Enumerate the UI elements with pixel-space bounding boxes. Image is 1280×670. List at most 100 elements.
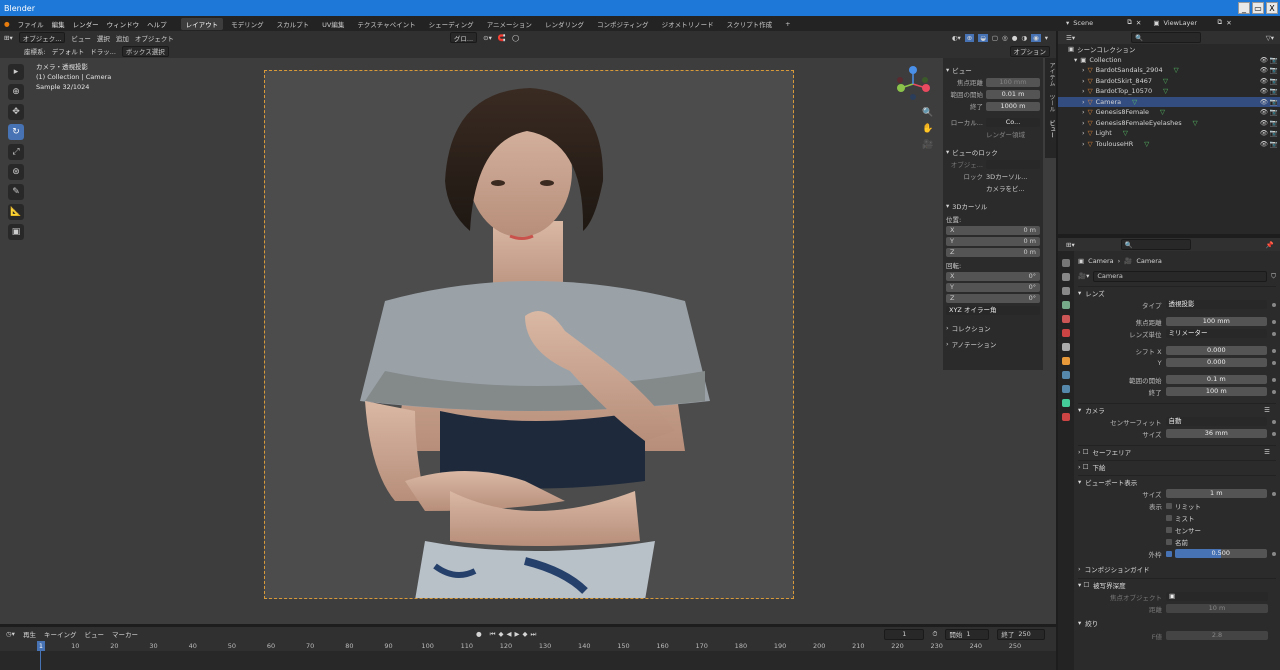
shift-y-field[interactable]: Y 0.000 <box>1078 357 1277 368</box>
object-menu[interactable]: オブジェクト <box>135 33 174 43</box>
sensor-fit-select[interactable]: 自動 <box>1165 417 1268 426</box>
eye-icon[interactable]: 👁 <box>1260 77 1268 85</box>
camera-render-icon[interactable]: 📷 <box>1270 66 1278 74</box>
object-tab-icon[interactable] <box>1062 357 1070 365</box>
menu-file[interactable]: ファイル <box>18 19 44 29</box>
list-icon[interactable]: ☰ <box>1264 448 1270 456</box>
tab-view[interactable]: ビュー <box>1045 120 1056 138</box>
current-frame-field[interactable]: 1 <box>884 628 925 640</box>
xray-icon[interactable]: ▢ <box>992 34 998 42</box>
next-keyframe-icon[interactable]: ◆ <box>522 630 527 639</box>
outliner-item[interactable]: › ▽ BardotTop_10570 ▽ 👁 📷 <box>1058 86 1280 97</box>
focal-length-value[interactable]: 100 mm <box>1165 317 1268 326</box>
clip-end-field[interactable]: 終了 1000 m <box>946 101 1040 111</box>
workspace-tab[interactable]: コンポジティング <box>592 18 654 30</box>
expand-icon[interactable]: › <box>1082 140 1085 148</box>
eye-icon[interactable]: 👁 <box>1260 87 1268 95</box>
gizmo-toggle-icon[interactable]: ⊕ <box>964 33 975 42</box>
editor-type-icon[interactable]: ◷▾ <box>6 630 15 638</box>
eye-icon[interactable]: 👁 <box>1260 98 1268 106</box>
keyframe-dot-icon[interactable] <box>1272 389 1277 394</box>
menu-help[interactable]: ヘルプ <box>147 19 167 29</box>
camera-render-icon[interactable]: 📷 <box>1270 140 1278 148</box>
outliner-item[interactable]: › ▽ ToulouseHR ▽ 👁 📷 <box>1058 139 1280 150</box>
checkbox[interactable] <box>1166 502 1172 509</box>
mesh-data-icon[interactable]: ▽ <box>1123 129 1128 137</box>
start-frame-field[interactable]: 開始 1 <box>945 628 990 640</box>
workspace-tab[interactable]: アニメーション <box>482 18 537 30</box>
keyframe-dot-icon[interactable] <box>1272 377 1277 382</box>
close-button[interactable]: X <box>1266 2 1278 14</box>
clip-end-field[interactable]: 終了 100 m <box>1078 386 1277 397</box>
collection-section-header[interactable]: › コレクション <box>946 323 1040 333</box>
zoom-icon[interactable]: 🔍 <box>922 108 933 118</box>
keyframe-dot-icon[interactable] <box>1272 360 1277 365</box>
fstop-field[interactable]: F値 2.8 <box>1078 630 1276 641</box>
3d-cursor-section-header[interactable]: ▾ 3Dカーソル <box>946 201 1040 211</box>
close-icon[interactable]: ✕ <box>1136 19 1141 27</box>
sensor-fit-field[interactable]: センサーフィット 自動 <box>1078 416 1276 427</box>
shift-x-value[interactable]: 0.000 <box>1165 346 1268 355</box>
lens-section-header[interactable]: ▾ レンズ <box>1078 286 1276 298</box>
local-camera-value[interactable]: Co... <box>986 117 1040 127</box>
camera-render-icon[interactable]: 📷 <box>1270 108 1278 116</box>
editor-type-icon[interactable]: ⊞▾ <box>4 34 13 42</box>
camera-view-icon[interactable]: 🎥 <box>922 140 933 150</box>
camera-render-icon[interactable]: 📷 <box>1270 119 1278 127</box>
close-icon[interactable]: ✕ <box>1226 19 1231 27</box>
mesh-data-icon[interactable]: ▽ <box>1160 108 1165 116</box>
visibility-icon[interactable]: ◐▾ <box>952 34 961 42</box>
playback-menu[interactable]: 再生 <box>23 629 36 639</box>
pan-hand-icon[interactable]: ✋ <box>922 124 933 134</box>
add-menu[interactable]: 追加 <box>116 33 129 43</box>
camera-render-icon[interactable]: 📷 <box>1270 56 1278 64</box>
annotate-icon[interactable]: ✎ <box>8 184 24 200</box>
pivot-icon[interactable]: ⊙▾ <box>483 34 492 42</box>
solid-shading-icon[interactable]: ● <box>1012 34 1018 42</box>
eye-icon[interactable]: 👁 <box>1260 140 1268 148</box>
passepartout-field[interactable]: 外枠 0.500 <box>1078 548 1276 559</box>
dof-section-header[interactable]: ▾ ☐ 被写界深度 <box>1078 578 1276 590</box>
outliner-item[interactable]: › ▽ BardotSkirt_8467 ▽ 👁 📷 <box>1058 76 1280 87</box>
workspace-tab[interactable]: スカルプト <box>272 18 315 30</box>
editor-type-icon[interactable]: ☰▾ <box>1066 34 1075 42</box>
measure-icon[interactable]: 📐 <box>8 204 24 220</box>
outliner-item[interactable]: › ▽ Light ▽ 👁 📷 <box>1058 128 1280 139</box>
show-name-checkbox[interactable]: 名前 <box>1078 536 1276 547</box>
end-frame-field[interactable]: 終了 250 <box>997 628 1046 640</box>
list-icon[interactable]: ☰ <box>1264 406 1270 414</box>
cursor-loc-y-field[interactable]: Y 0 m <box>946 237 1040 246</box>
mesh-data-icon[interactable]: ▽ <box>1132 98 1137 106</box>
filter-icon[interactable]: ▽▾ <box>1266 34 1274 42</box>
select-box-icon[interactable]: ▸ <box>8 64 24 80</box>
texture-tab-icon[interactable] <box>1062 413 1070 421</box>
workspace-tab[interactable]: スクリプト作成 <box>722 18 778 30</box>
lens-unit-select[interactable]: ミリメーター <box>1165 329 1268 338</box>
focus-distance-field[interactable]: 距離 10 m <box>1078 603 1276 614</box>
tab-item[interactable]: アイテム <box>1045 62 1056 86</box>
scene-collection-row[interactable]: ▣ シーンコレクション <box>1058 44 1280 55</box>
show-sensor-checkbox[interactable]: センサー <box>1078 524 1276 535</box>
move-icon[interactable]: ✥ <box>8 104 24 120</box>
lens-type-select[interactable]: 透視投影 <box>1165 300 1268 309</box>
frame-ruler[interactable]: 1102030405060708090100110120130140150160… <box>0 641 1056 651</box>
menu-render[interactable]: レンダー <box>73 19 99 29</box>
expand-icon[interactable]: › <box>1082 66 1085 74</box>
outliner-search-input[interactable]: 🔍 <box>1131 32 1202 43</box>
collection-row[interactable]: ▾ ▣ Collection 👁 📷 <box>1058 55 1280 66</box>
background-section-header[interactable]: › ☐ 下絵 <box>1078 460 1276 472</box>
checkbox[interactable] <box>1165 550 1172 557</box>
minimize-button[interactable]: _ <box>1238 2 1250 14</box>
view-menu[interactable]: ビュー <box>71 33 91 43</box>
physics-tab-icon[interactable] <box>1062 385 1070 393</box>
display-size-value[interactable]: 1 m <box>1165 489 1268 498</box>
material-shading-icon[interactable]: ◑ <box>1021 34 1027 42</box>
mesh-data-icon[interactable]: ▽ <box>1144 140 1149 148</box>
view-lock-section-header[interactable]: ▾ ビューのロック <box>946 147 1040 157</box>
camera-data-icon[interactable]: 🎥▾ <box>1078 272 1089 280</box>
expand-icon[interactable]: ▾ <box>1074 56 1077 64</box>
copy-icon[interactable]: ⧉ <box>1127 18 1132 27</box>
composition-guides-section-header[interactable]: › コンポジションガイド <box>1078 563 1276 575</box>
tool-tab-icon[interactable] <box>1062 259 1070 267</box>
focus-object-select[interactable]: ▣ <box>1166 592 1268 601</box>
